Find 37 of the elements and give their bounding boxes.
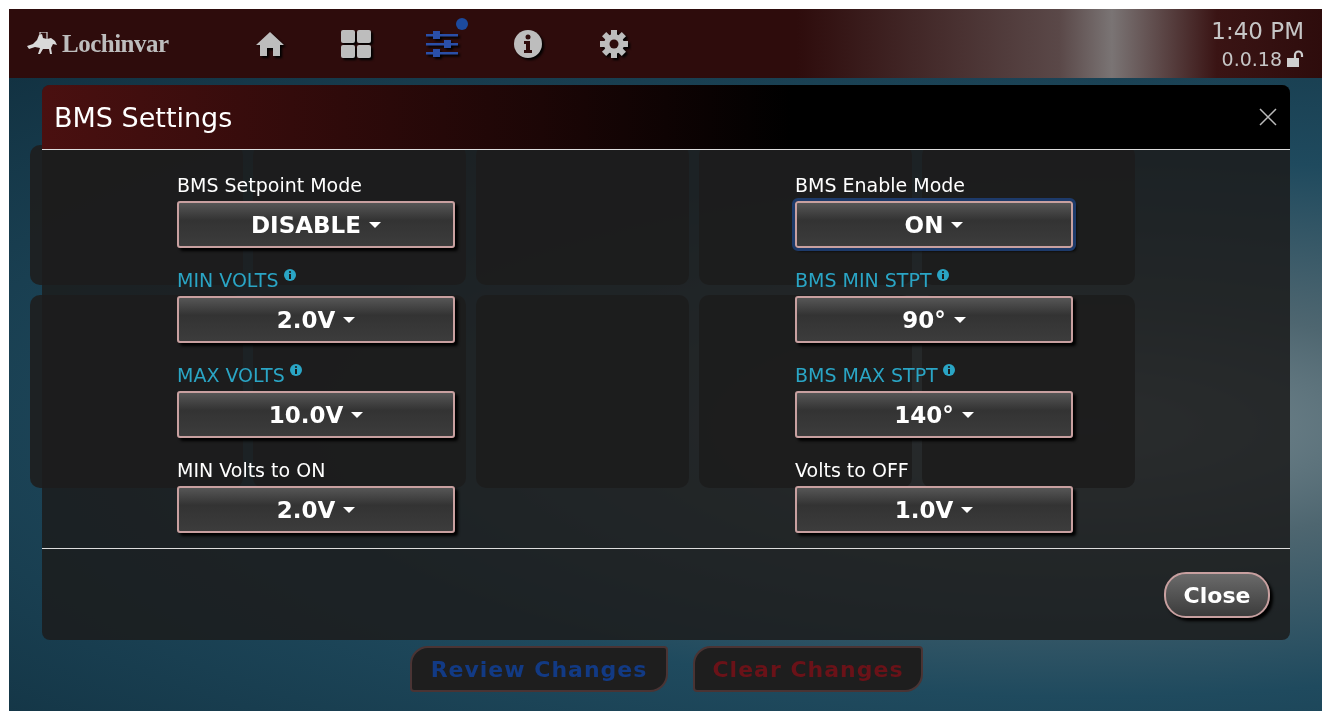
dropdown[interactable]: DISABLE <box>177 201 455 248</box>
dropdown[interactable]: 10.0V <box>177 391 455 438</box>
dropdown[interactable]: 90° <box>795 296 1073 343</box>
caret-icon <box>961 506 974 513</box>
field-label: BMS Enable Mode <box>795 174 966 196</box>
clock-time: 1:40 PM <box>1211 17 1304 44</box>
info-icon[interactable] <box>289 364 302 376</box>
dropdown[interactable]: 140° <box>795 391 1073 438</box>
field-label: BMS MIN STPT <box>795 269 932 291</box>
notification-dot <box>456 17 468 30</box>
close-button[interactable]: Close <box>1164 572 1270 618</box>
field-label: MIN VOLTS <box>177 269 279 291</box>
caret-icon <box>951 221 964 228</box>
field-label: BMS MAX STPT <box>795 364 938 386</box>
dialog-title: BMS Settings <box>54 101 233 133</box>
unlock-icon[interactable] <box>1286 49 1304 68</box>
brand-logo: Lochinvar <box>62 29 169 58</box>
caret-icon <box>351 411 364 418</box>
caret-icon <box>343 506 356 513</box>
info-icon[interactable] <box>283 269 296 281</box>
info-icon[interactable] <box>936 269 949 281</box>
info-icon[interactable] <box>942 364 955 376</box>
dropdown[interactable]: 2.0V <box>177 486 455 533</box>
field-label: MAX VOLTS <box>177 364 285 386</box>
close-icon[interactable] <box>1258 107 1278 127</box>
dropdown[interactable]: ON <box>795 201 1073 248</box>
caret-icon <box>961 411 974 418</box>
dropdown[interactable]: 2.0V <box>177 296 455 343</box>
field-label: BMS Setpoint Mode <box>177 174 362 196</box>
caret-icon <box>343 316 356 323</box>
horse-rider-icon <box>25 31 59 56</box>
field-label: Volts to OFF <box>795 459 909 481</box>
dropdown[interactable]: 1.0V <box>795 486 1073 533</box>
caret-icon <box>368 221 381 228</box>
caret-icon <box>953 316 966 323</box>
version-number: 0.0.18 <box>1221 47 1282 70</box>
field-label: MIN Volts to ON <box>177 459 326 481</box>
